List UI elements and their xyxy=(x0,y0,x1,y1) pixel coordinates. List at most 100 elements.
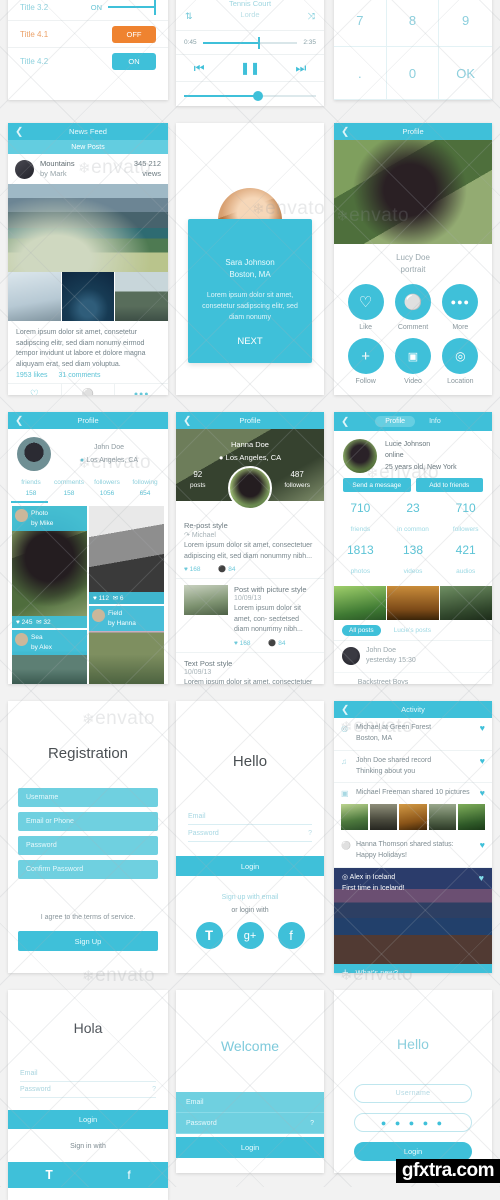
login-button[interactable]: Login xyxy=(176,856,324,876)
location-button[interactable]: ◎ Location xyxy=(437,338,484,385)
add-friend-button[interactable]: Add to friends xyxy=(415,478,483,492)
post-thumbnail[interactable] xyxy=(184,585,228,615)
key-0[interactable]: 0 xyxy=(386,47,440,100)
pause-icon[interactable]: ❚❚ xyxy=(240,61,260,75)
heart-icon[interactable]: ♡ xyxy=(8,384,62,395)
volume-track[interactable] xyxy=(184,90,316,101)
tab-profile[interactable]: Profile xyxy=(375,416,416,427)
twitter-icon[interactable]: 𝐓 xyxy=(45,1168,53,1183)
activity-item[interactable]: ♫ John Doe shared record Thinking about y… xyxy=(334,751,492,784)
photo-thumbnail[interactable] xyxy=(428,804,456,831)
more-icon[interactable]: ●●● xyxy=(115,384,168,395)
photo-card[interactable]: Field by Hanna xyxy=(89,606,164,684)
key-7[interactable]: 7 xyxy=(334,0,387,47)
confirm-password-input[interactable]: Confirm Password xyxy=(18,860,158,879)
email-input[interactable]: Email xyxy=(176,1092,324,1113)
stat-friends[interactable]: friends 158 xyxy=(12,477,50,499)
stat-videos[interactable]: 138 videos xyxy=(387,542,440,580)
heart-icon[interactable]: ♥ xyxy=(479,873,484,883)
send-message-button[interactable]: Send a message xyxy=(343,478,411,492)
filter-own-posts[interactable]: Lucie's posts xyxy=(387,625,438,636)
chevron-left-icon[interactable]: ❮ xyxy=(341,704,349,715)
help-icon[interactable]: ? xyxy=(308,830,312,837)
email-phone-input[interactable]: Email or Phone xyxy=(18,812,158,831)
player-volume[interactable] xyxy=(176,82,324,106)
google-plus-icon[interactable]: g+ xyxy=(236,922,264,949)
repeat-icon[interactable]: ⇅ xyxy=(185,11,193,22)
chevron-left-icon[interactable]: ❮ xyxy=(341,126,349,137)
photo-card[interactable]: Sea by Alex xyxy=(12,630,87,684)
heart-icon[interactable]: ♥ xyxy=(480,723,485,733)
post-item[interactable]: Post with picture style 10/09/13 Lorem i… xyxy=(176,579,324,653)
like-button[interactable]: ♡ Like xyxy=(342,284,389,331)
video-button[interactable]: ▣ Video xyxy=(390,338,437,385)
shuffle-icon[interactable]: ⤨ xyxy=(308,11,315,22)
key-8[interactable]: 8 xyxy=(386,0,440,47)
next-button[interactable]: NEXT xyxy=(200,336,300,347)
chevron-left-icon[interactable]: ❮ xyxy=(341,416,349,427)
toggle-row[interactable]: Title 4.2 ON xyxy=(8,48,168,75)
sign-up-button[interactable]: Sign Up xyxy=(18,931,158,951)
next-icon[interactable]: ⏭ xyxy=(295,61,306,76)
compose-bar[interactable]: + What's new? xyxy=(334,963,492,973)
heart-icon[interactable]: ♥ xyxy=(480,756,485,766)
stat-photos[interactable]: 1813 photos xyxy=(334,542,387,580)
heart-icon[interactable]: ♥ xyxy=(480,840,485,850)
photo-thumbnail[interactable] xyxy=(387,585,439,620)
activity-hero-photo[interactable]: ◎ Alex in Iceland First time in Iceland!… xyxy=(334,867,492,964)
facebook-icon[interactable]: f xyxy=(277,922,305,949)
filter-all-posts[interactable]: All posts xyxy=(342,624,381,636)
stat-friends[interactable]: 710 friends xyxy=(334,500,387,538)
password-input[interactable]: Password ? xyxy=(20,1082,156,1098)
play-icon[interactable]: ▶ xyxy=(342,683,350,684)
previous-icon[interactable]: ⏮ xyxy=(194,61,205,76)
post-item[interactable]: Text Post style 10/09/13 Lorem ipsum dol… xyxy=(176,653,324,685)
photo-thumbnail[interactable] xyxy=(457,804,486,831)
help-icon[interactable]: ? xyxy=(310,1120,314,1127)
toggle-row[interactable]: Title 4.1 OFF xyxy=(8,21,168,48)
help-icon[interactable]: ? xyxy=(152,1086,156,1093)
progress-track[interactable] xyxy=(202,36,298,49)
stat-comments[interactable]: comments 158 xyxy=(50,477,88,499)
login-button[interactable]: Login xyxy=(8,1110,168,1129)
stat-followers[interactable]: followers 1056 xyxy=(88,477,126,499)
password-input[interactable]: Password ? xyxy=(188,825,312,842)
key-dot[interactable]: . xyxy=(334,47,387,100)
stat-audios[interactable]: 421 audios xyxy=(439,542,492,580)
chevron-left-icon[interactable]: ❮ xyxy=(15,126,23,137)
photo-thumbnail[interactable] xyxy=(334,585,386,620)
username-input[interactable]: Username xyxy=(18,788,158,807)
stat-following[interactable]: following 654 xyxy=(126,477,164,499)
toggle-off-button[interactable]: OFF xyxy=(112,25,156,43)
photo-thumbnail[interactable] xyxy=(440,585,492,620)
email-input[interactable]: Email xyxy=(188,808,312,825)
toggle-row[interactable]: Title 3.2 ON xyxy=(8,0,168,21)
activity-item[interactable]: ⚪ Hanna Thomson shared status: Happy Holi… xyxy=(334,835,492,868)
photo-thumbnail[interactable] xyxy=(399,804,427,831)
password-input[interactable]: ● ● ● ● ● xyxy=(354,1113,472,1132)
comment-icon[interactable]: ⚪ xyxy=(62,384,116,395)
thumbnail[interactable] xyxy=(115,272,168,322)
stat-followers[interactable]: 710 followers xyxy=(439,500,492,538)
username-input[interactable]: Username xyxy=(354,1084,472,1103)
facebook-icon[interactable]: f xyxy=(127,1168,130,1182)
post-item[interactable]: Re-post style ↷ Michael Lorem ipsum dolo… xyxy=(176,501,324,579)
new-posts-banner[interactable]: New Posts xyxy=(8,140,168,154)
signup-link[interactable]: Sign up with email xyxy=(176,876,324,907)
password-input[interactable]: Password ? xyxy=(176,1113,324,1134)
login-button[interactable]: Login xyxy=(176,1137,324,1158)
key-9[interactable]: 9 xyxy=(439,0,492,47)
key-ok[interactable]: OK xyxy=(439,47,492,100)
activity-item[interactable]: ▣ Michael Freeman shared 10 pictures ♥ xyxy=(334,783,492,801)
chevron-left-icon[interactable]: ❮ xyxy=(15,415,23,426)
post-photo[interactable] xyxy=(8,184,168,273)
thumbnail[interactable] xyxy=(8,272,61,322)
toggle-on-button[interactable]: ON xyxy=(112,53,156,70)
activity-item[interactable]: ◎ Michael at Green Forest Boston, MA ♥ xyxy=(334,718,492,751)
comment-button[interactable]: ⚪ Comment xyxy=(390,284,437,331)
photo-thumbnail[interactable] xyxy=(370,804,398,831)
slider-control[interactable] xyxy=(108,0,156,15)
player-progress[interactable]: 0:45 2:35 xyxy=(176,31,324,55)
photo-thumbnail[interactable] xyxy=(341,804,369,831)
chevron-left-icon[interactable]: ❮ xyxy=(183,415,191,426)
